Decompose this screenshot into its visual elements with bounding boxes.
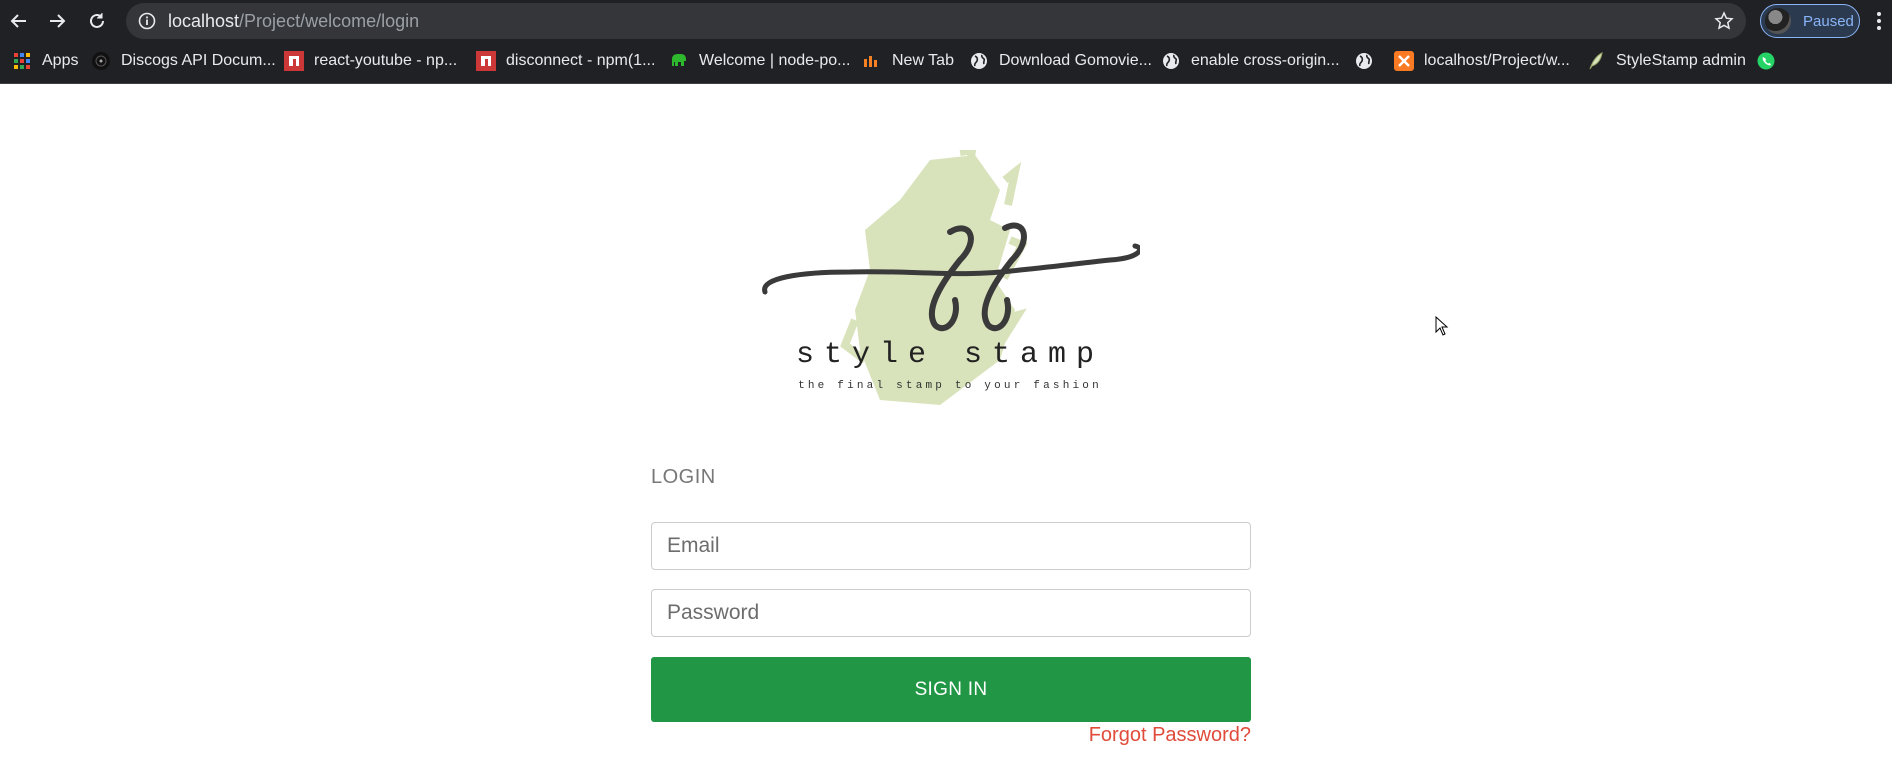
bookmark-node-postgres[interactable]: Welcome | node-po... (669, 42, 851, 80)
url-text[interactable]: localhost/Project/welcome/login (168, 11, 419, 32)
info-icon[interactable] (138, 12, 156, 30)
style-stamp-logo: style stamp the final stamp to your fash… (760, 145, 1143, 410)
bookmark-label: Welcome | node-po... (699, 52, 851, 69)
xampp-icon (1394, 51, 1414, 71)
email-field[interactable] (651, 522, 1251, 570)
apps-grid-icon (12, 51, 32, 71)
reload-button[interactable] (82, 6, 112, 36)
forward-button[interactable] (42, 6, 72, 36)
discogs-icon (91, 51, 111, 71)
url-host: localhost (168, 11, 240, 31)
url-path: /Project/welcome/login (239, 11, 420, 31)
arrow-right-icon (50, 14, 66, 28)
password-field[interactable] (651, 589, 1251, 637)
bookmark-label: Download Gomovie... (999, 52, 1152, 69)
new-tab-icon (862, 51, 882, 71)
login-heading: LOGIN (651, 466, 716, 488)
bookmark-disconnect[interactable]: disconnect - npm(1... (476, 42, 655, 80)
globe-icon (1354, 51, 1374, 71)
arrow-left-icon (10, 14, 26, 28)
avatar (1765, 8, 1791, 34)
whatsapp-icon (1756, 51, 1776, 71)
bookmark-discogs[interactable]: Discogs API Docum... (91, 42, 276, 80)
logo-graphic: style stamp the final stamp to your fash… (762, 145, 1143, 405)
bookmark-new-tab[interactable]: New Tab (862, 42, 954, 80)
bookmark-stylestamp-admin[interactable]: StyleStamp admin (1586, 42, 1746, 80)
logo-tagline: the final stamp to your fashion (798, 380, 1102, 392)
bookmark-globe[interactable] (1354, 42, 1384, 80)
bookmark-label: localhost/Project/w... (1424, 52, 1570, 69)
globe-icon (969, 51, 989, 71)
more-menu-icon[interactable] (1872, 10, 1886, 32)
back-button[interactable] (4, 6, 34, 36)
bookmark-react-youtube[interactable]: react-youtube - np... (284, 42, 457, 80)
bookmark-gomovies[interactable]: Download Gomovie... (969, 42, 1152, 80)
bookmark-label: Apps (42, 52, 79, 69)
bookmark-label: disconnect - npm(1... (506, 52, 656, 69)
reload-icon (90, 13, 104, 28)
bookmark-whatsapp[interactable] (1756, 42, 1786, 80)
mouse-cursor-icon (1435, 316, 1449, 336)
profile-status-label: Paused (1803, 12, 1854, 30)
bookmarks-bar: Apps Discogs API Docum... react-youtube … (0, 42, 1892, 84)
bookmark-star-icon[interactable] (1714, 11, 1734, 31)
logo-name: style stamp (796, 338, 1104, 372)
bookmark-apps[interactable]: Apps (12, 42, 78, 80)
bookmark-label: StyleStamp admin (1616, 52, 1746, 69)
bookmark-label: react-youtube - np... (314, 52, 458, 69)
bookmark-label: Discogs API Docum... (121, 52, 276, 69)
elephant-icon (669, 51, 689, 71)
feather-icon (1586, 51, 1606, 71)
sign-in-button[interactable]: SIGN IN (651, 657, 1251, 722)
npm-icon (284, 51, 304, 71)
forgot-password-link[interactable]: Forgot Password? (1089, 724, 1251, 747)
bookmark-cross-origin[interactable]: enable cross-origin... (1161, 42, 1340, 80)
bookmark-localhost[interactable]: localhost/Project/w... (1394, 42, 1570, 80)
globe-icon (1161, 51, 1181, 71)
bookmark-label: enable cross-origin... (1191, 52, 1340, 69)
address-bar[interactable]: localhost/Project/welcome/login (126, 3, 1746, 39)
npm-icon (476, 51, 496, 71)
bookmark-label: New Tab (892, 52, 954, 69)
browser-toolbar: localhost/Project/welcome/login Paused (0, 0, 1892, 42)
profile-button[interactable]: Paused (1760, 4, 1860, 38)
